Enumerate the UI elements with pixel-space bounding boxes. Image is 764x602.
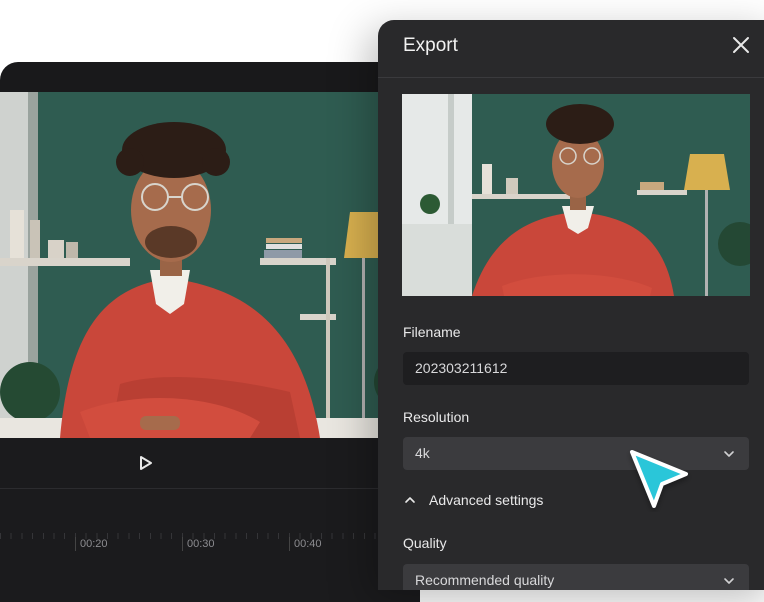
export-preview-thumbnail xyxy=(402,94,750,296)
play-icon[interactable] xyxy=(138,455,154,471)
export-panel-header: Export xyxy=(378,20,764,78)
advanced-settings-label: Advanced settings xyxy=(429,492,544,508)
close-icon[interactable] xyxy=(730,34,752,56)
quality-label: Quality xyxy=(403,535,447,551)
chevron-down-icon xyxy=(724,451,734,457)
chevron-down-icon xyxy=(724,578,734,584)
resolution-label: Resolution xyxy=(403,409,470,425)
timeline-tick: 00:40 xyxy=(289,537,322,551)
mouse-pointer-icon xyxy=(630,450,688,508)
resolution-dropdown[interactable]: 4k xyxy=(403,437,749,470)
filename-label: Filename xyxy=(403,324,461,340)
filename-field[interactable]: 202303211612 xyxy=(403,352,749,385)
panel-title: Export xyxy=(403,35,458,56)
video-frame-image xyxy=(0,92,420,438)
resolution-value: 4k xyxy=(415,445,430,461)
quality-dropdown[interactable]: Recommended quality xyxy=(403,564,749,590)
preview-image xyxy=(402,94,750,296)
timeline-tick: 00:20 xyxy=(75,537,108,551)
editor-window: 00:20 00:30 00:40 xyxy=(0,62,420,602)
export-panel: Export Filename 202303211612 Resolution … xyxy=(378,20,764,590)
playback-bar xyxy=(0,438,420,489)
video-preview xyxy=(0,92,420,438)
timeline[interactable]: 00:20 00:30 00:40 xyxy=(0,489,420,602)
timeline-tick: 00:30 xyxy=(182,537,215,551)
chevron-up-icon xyxy=(405,497,415,503)
quality-value: Recommended quality xyxy=(415,572,555,588)
